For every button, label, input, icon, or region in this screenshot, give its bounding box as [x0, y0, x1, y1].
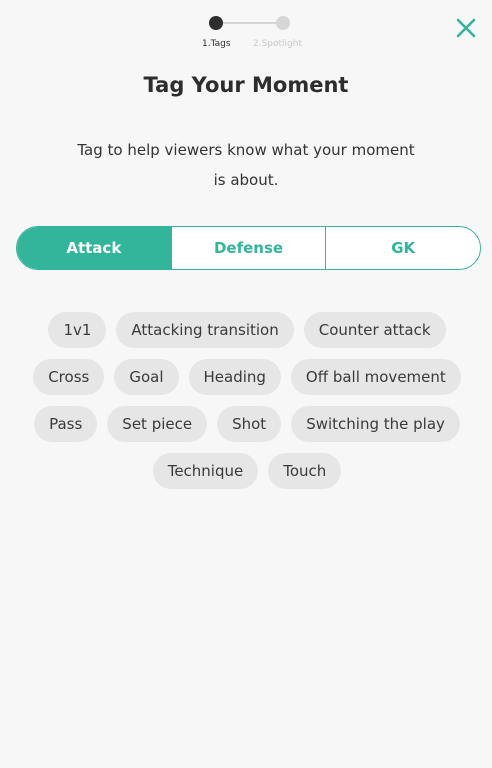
tag-list: 1v1 Attacking transition Counter attack … — [24, 312, 470, 489]
tag-chip-1v1[interactable]: 1v1 — [48, 312, 107, 348]
tag-chip-cross[interactable]: Cross — [33, 359, 105, 395]
tag-chip-counter-attack[interactable]: Counter attack — [303, 312, 446, 348]
tag-chip-technique[interactable]: Technique — [152, 453, 259, 489]
progress-stepper: 1.Tags 2.Spotlight — [0, 14, 492, 54]
tag-chip-attacking-transition[interactable]: Attacking transition — [116, 312, 294, 348]
step-1-label: 1.Tags — [202, 39, 231, 49]
step-connector — [223, 22, 277, 24]
page-title: Tag Your Moment — [143, 73, 349, 97]
step-2-label: 2.Spotlight — [253, 39, 302, 49]
page-subtitle: Tag to help viewers know what your momen… — [77, 141, 415, 189]
step-1-indicator — [209, 16, 223, 30]
close-icon — [456, 18, 476, 38]
step-2-indicator — [276, 16, 290, 30]
tag-chip-off-ball-movement[interactable]: Off ball movement — [290, 359, 461, 395]
tag-chip-shot[interactable]: Shot — [217, 406, 282, 442]
tag-chip-goal[interactable]: Goal — [114, 359, 179, 395]
tag-chip-touch[interactable]: Touch — [268, 453, 342, 489]
category-tabs: Attack Defense GK — [16, 226, 481, 270]
tab-attack[interactable]: Attack — [17, 227, 171, 269]
tag-chip-heading[interactable]: Heading — [188, 359, 281, 395]
tag-chip-pass[interactable]: Pass — [34, 406, 98, 442]
close-button[interactable] — [452, 14, 480, 42]
tag-chip-switching-the-play[interactable]: Switching the play — [291, 406, 460, 442]
tab-gk[interactable]: GK — [325, 227, 480, 269]
tab-defense[interactable]: Defense — [170, 227, 326, 269]
tag-chip-set-piece[interactable]: Set piece — [107, 406, 208, 442]
